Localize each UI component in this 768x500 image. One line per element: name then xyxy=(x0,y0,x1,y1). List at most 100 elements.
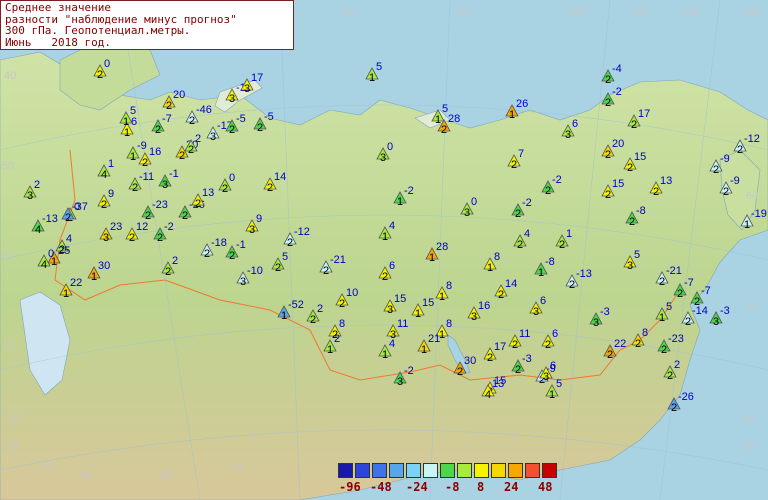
station-value: 2 xyxy=(34,179,41,191)
station-count: 1 xyxy=(63,288,70,300)
station-count: 3 xyxy=(471,311,478,323)
station-value: -52 xyxy=(288,299,304,311)
station-value: -2 xyxy=(612,86,622,98)
station-count: 2 xyxy=(165,266,172,278)
station-count: 1 xyxy=(369,72,376,84)
station-value: 9 xyxy=(256,213,263,225)
graticule-degree-label: 60 xyxy=(342,6,355,18)
station-count: 1 xyxy=(281,310,288,322)
station-value: 2 xyxy=(334,333,341,345)
station-value: -11 xyxy=(139,171,155,183)
station-value: -14 xyxy=(692,305,708,317)
station-value: -3 xyxy=(720,305,730,317)
station-value: 6 xyxy=(389,260,396,272)
station-count: 3 xyxy=(27,190,34,202)
station-value: 2 xyxy=(317,303,324,315)
station-count: 3 xyxy=(533,306,540,318)
station-value: 2 xyxy=(674,359,681,371)
legend-tick-label: -24 xyxy=(406,480,428,494)
station-count: 3 xyxy=(240,276,247,288)
station-value: 11 xyxy=(397,318,409,330)
graticule-degree-label: 40 xyxy=(4,70,17,82)
station-value: 15 xyxy=(634,151,647,163)
station-value: -13 xyxy=(576,268,592,280)
station-value: 30 xyxy=(464,355,477,367)
station-value: 8 xyxy=(339,318,346,330)
legend-swatch xyxy=(423,463,438,478)
station-count: 1 xyxy=(487,262,494,274)
station-value: 8 xyxy=(642,327,649,339)
station-count: 3 xyxy=(210,131,217,143)
station-value: -2 xyxy=(522,197,532,209)
station-value: -10 xyxy=(247,265,263,277)
station-count: 3 xyxy=(627,260,634,272)
station-count: 4 xyxy=(101,169,108,181)
station-value: -2 xyxy=(404,365,414,377)
graticule-degree-label: 40 xyxy=(40,460,53,472)
station-value: 16 xyxy=(478,300,491,312)
station-count: 4 xyxy=(35,224,42,236)
station-value: 6 xyxy=(550,360,557,372)
station-count: 2 xyxy=(97,69,104,81)
station-value: 21 xyxy=(428,333,441,345)
station-count: 2 xyxy=(229,124,236,136)
legend-tick-label: 24 xyxy=(504,480,519,494)
station-value: 26 xyxy=(516,98,529,110)
station-count: 2 xyxy=(487,352,494,364)
station-value: 14 xyxy=(505,278,518,290)
station-count: 2 xyxy=(685,316,692,328)
station-value: 17 xyxy=(494,341,507,353)
legend-swatch xyxy=(338,463,353,478)
station-count: 2 xyxy=(182,210,189,222)
station-count: 1 xyxy=(415,308,422,320)
station-count: 2 xyxy=(723,186,730,198)
station-value: 0 xyxy=(48,248,55,260)
station-count: 2 xyxy=(189,115,196,127)
station-value: 12 xyxy=(136,221,149,233)
graticule-degree-label: 40 xyxy=(742,412,755,424)
station-count: 2 xyxy=(605,74,612,86)
legend-swatch xyxy=(355,463,370,478)
station-value: -8 xyxy=(636,205,646,217)
graticule-degree-label: 60 xyxy=(746,190,759,202)
station-value: 8 xyxy=(494,251,501,263)
station-count: 1 xyxy=(538,267,545,279)
station-value: 0 xyxy=(104,58,111,70)
station-value: 11 xyxy=(519,328,531,340)
station-value: 22 xyxy=(614,338,627,350)
station-value: 0 xyxy=(387,141,394,153)
station-value: 2 xyxy=(195,133,202,145)
station-count: 1 xyxy=(744,219,751,231)
station-value: 13 xyxy=(492,378,505,390)
title-line-4: Июнь 2018 год. xyxy=(5,35,111,49)
station-count: 1 xyxy=(382,349,389,361)
legend-swatch xyxy=(440,463,455,478)
map-stage: Среднее значение разности "наблюдение ми… xyxy=(0,0,768,500)
station-value: 28 xyxy=(448,113,461,125)
station-count: 2 xyxy=(498,289,505,301)
station-value: 0 xyxy=(229,172,236,184)
station-count: 2 xyxy=(204,248,211,260)
station-value: 2 xyxy=(172,255,179,267)
station-count: 2 xyxy=(515,364,522,376)
station-value: 1 xyxy=(108,158,115,170)
station-count: 2 xyxy=(605,149,612,161)
station-count: 2 xyxy=(511,159,518,171)
station-value: 17 xyxy=(638,108,651,120)
map-title-box: Среднее значение разности "наблюдение ми… xyxy=(0,0,294,50)
station-value: 5 xyxy=(666,301,673,313)
graticule-degree-label: 30 xyxy=(742,440,755,452)
graticule-degree-label: 70 xyxy=(230,462,243,474)
station-value: 5 xyxy=(130,105,137,117)
legend-tick-label: -96 xyxy=(339,480,361,494)
station-count: 2 xyxy=(267,182,274,194)
station-count: 1 xyxy=(130,151,137,163)
station-count: 3 xyxy=(387,304,394,316)
station-count: 1 xyxy=(91,271,98,283)
station-value: -8 xyxy=(545,256,555,268)
station-count: 2 xyxy=(559,239,566,251)
station-count: 2 xyxy=(155,124,162,136)
graticule-degree-label: 60 xyxy=(2,250,15,262)
station-count: 3 xyxy=(543,371,550,383)
station-count: 2 xyxy=(737,144,744,156)
